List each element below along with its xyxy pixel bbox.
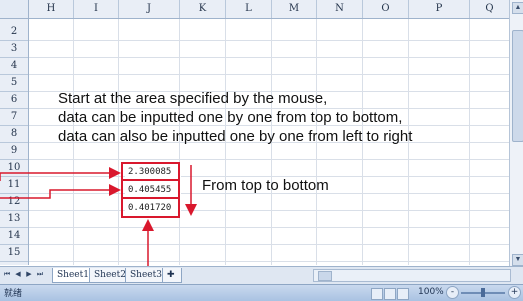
arrow-to-third-cell: [0, 219, 154, 270]
arrow-overlay: [0, 165, 197, 270]
zoom-level[interactable]: 100%: [418, 287, 444, 297]
normal-view-icon[interactable]: [371, 288, 383, 300]
horizontal-scrollbar[interactable]: [313, 269, 511, 282]
view-buttons: [371, 288, 409, 300]
last-sheet-icon[interactable]: ⏭: [35, 270, 45, 280]
page-break-view-icon[interactable]: [397, 288, 409, 300]
tab-sheet1[interactable]: Sheet1: [52, 268, 94, 283]
arrow-to-first-cell: [0, 167, 121, 181]
prev-sheet-icon[interactable]: ◀: [13, 270, 23, 280]
zoom-in-icon[interactable]: +: [508, 286, 521, 299]
arrow-to-second-cell: [0, 184, 121, 199]
sheet-tab-bar: ⏮ ◀ ▶ ⏭ Sheet1 Sheet2 Sheet3 ✚: [0, 266, 523, 284]
status-ready-text: 就绪: [4, 289, 23, 299]
tab-sheet3[interactable]: Sheet3: [125, 268, 167, 283]
page-layout-view-icon[interactable]: [384, 288, 396, 300]
next-sheet-icon[interactable]: ▶: [24, 270, 34, 280]
horizontal-scroll-thumb[interactable]: [318, 271, 332, 281]
insert-sheet-icon[interactable]: ✚: [162, 268, 182, 283]
first-sheet-icon[interactable]: ⏮: [2, 270, 12, 280]
spreadsheet-window: H I J K L M N O P Q 2 3 4 5 6 7 8 9 10 1…: [0, 0, 523, 301]
zoom-slider-knob[interactable]: [481, 288, 485, 297]
status-bar: 就绪 100% - +: [0, 284, 523, 301]
zoom-out-icon[interactable]: -: [446, 286, 459, 299]
